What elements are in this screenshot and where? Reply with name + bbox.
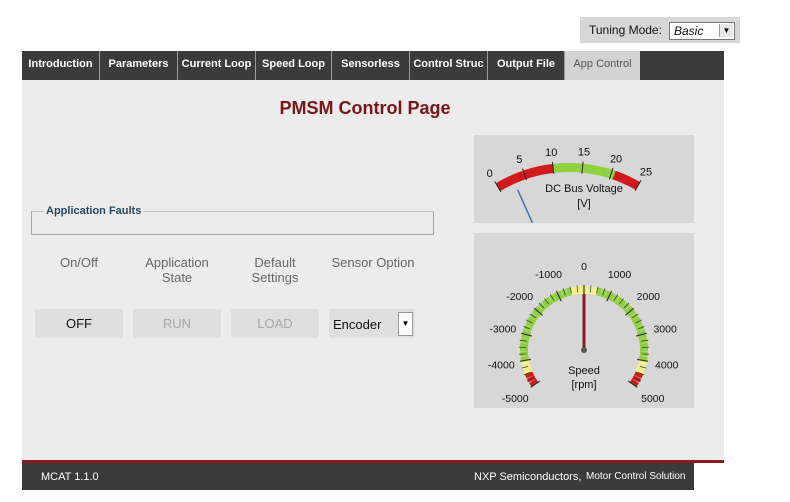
vendor-label: NXP Semiconductors,: [474, 471, 582, 483]
tab-parameters[interactable]: Parameters: [100, 51, 178, 80]
speed-scale-segment: [565, 287, 572, 297]
speed-scale-segment: [520, 342, 529, 348]
application-state-label: Application State: [145, 255, 209, 285]
speed-tick-label: 2000: [637, 291, 661, 303]
speed-scale-segment: [523, 367, 533, 375]
speed-gauge-svg: Speed [rpm] -5000 -4000 -3000 -2000-1000 0 10…: [488, 261, 679, 405]
voltage-scale-segment: [552, 163, 558, 173]
speed-tick-label: -5000: [502, 393, 529, 405]
tuning-mode-panel: Tuning Mode: Basic ▼: [580, 17, 740, 43]
tab-current-loop[interactable]: Current Loop: [178, 51, 256, 80]
application-faults-group: Application Faults: [31, 205, 434, 235]
voltage-tick-label: 25: [640, 167, 652, 179]
speed-gauge: Speed [rpm] -5000 -4000 -3000 -2000 -1000 0 10…: [474, 233, 694, 408]
onoff-label: On/Off: [59, 255, 99, 270]
speed-scale-segment: [638, 359, 648, 366]
tab-sensorless[interactable]: Sensorless: [332, 51, 410, 80]
speed-scale-segment: [520, 355, 529, 361]
tagline-label: Motor Control Solution: [586, 471, 686, 482]
voltage-scale-segment: [595, 165, 602, 176]
speed-scale-segment: [638, 333, 647, 340]
speed-scale-segment: [635, 367, 645, 375]
dc-bus-voltage-gauge: DC Bus Voltage [V] 0 5 10 15 20 25: [474, 135, 694, 224]
footer-corner: [694, 463, 724, 490]
speed-scale-segment: [639, 342, 648, 348]
voltage-scale-segment: [585, 164, 591, 174]
speed-tick-label: 4000: [655, 360, 679, 372]
voltage-scale-segment: [581, 163, 587, 174]
speed-needle-hub: [581, 347, 587, 353]
voltage-gauge-unit: [V]: [577, 198, 590, 210]
tab-speed-loop[interactable]: Speed Loop: [256, 51, 332, 80]
speed-scale-segment: [522, 329, 532, 336]
load-button[interactable]: LOAD: [231, 309, 319, 338]
default-settings-label: Default Settings: [251, 255, 299, 285]
tuning-mode-select[interactable]: Basic ▼: [669, 22, 735, 40]
voltage-gauge-title: DC Bus Voltage: [545, 183, 623, 195]
chevron-down-icon[interactable]: ▼: [719, 24, 733, 37]
voltage-tick-label: 5: [516, 154, 522, 166]
sensor-option-value: Encoder: [333, 317, 382, 332]
tab-control-struc[interactable]: Control Struc: [410, 51, 488, 80]
off-button[interactable]: OFF: [35, 309, 123, 338]
speed-scale-segment: [521, 333, 530, 340]
tuning-mode-label: Tuning Mode:: [589, 23, 662, 37]
voltage-tick-label: 20: [610, 153, 622, 165]
speed-tick-label: 5000: [641, 393, 665, 405]
voltage-needle: [517, 189, 534, 224]
tab-app-control[interactable]: App Control: [565, 51, 640, 80]
voltage-scale-segment: [548, 163, 555, 174]
chevron-down-icon[interactable]: ▼: [398, 312, 413, 336]
voltage-tick-label: 10: [545, 147, 557, 159]
speed-scale-segment: [570, 286, 576, 296]
voltage-scale-segment: [556, 163, 562, 173]
page-title: PMSM Control Page: [279, 98, 451, 118]
speed-tick-label: 0: [581, 261, 587, 273]
footer: MCAT 1.1.0 NXP Semiconductors, Motor Con…: [22, 460, 724, 490]
voltage-tick-label: 0: [487, 168, 493, 180]
voltage-scale-segment: [544, 164, 551, 174]
voltage-scale-segment: [592, 165, 599, 175]
speed-tick-label: 1000: [608, 269, 632, 281]
speed-gauge-unit: [rpm]: [571, 379, 596, 391]
speed-tick-label: 3000: [653, 323, 677, 335]
speed-gauge-title: Speed: [568, 365, 600, 377]
speed-scale-segment: [596, 287, 603, 297]
voltage-scale-segment: [577, 163, 584, 173]
speed-scale-segment: [636, 329, 646, 336]
tuning-mode-value: Basic: [674, 24, 704, 38]
speed-scale-segment: [520, 359, 530, 366]
voltage-scale-segment: [574, 163, 580, 173]
sensor-option-label: Sensor Option: [331, 255, 415, 270]
voltage-scale-segment: [537, 165, 544, 176]
version-label: MCAT 1.1.0: [41, 471, 99, 483]
tab-bar: Introduction Parameters Current Loop Spe…: [22, 51, 724, 80]
dc-bus-voltage-gauge-svg: DC Bus Voltage [V] 0 5 10 15 20 25: [487, 147, 652, 224]
voltage-scale-segment: [541, 164, 548, 175]
speed-scale-segment: [639, 355, 648, 361]
speed-tick-label: -2000: [506, 291, 533, 303]
tab-introduction[interactable]: Introduction: [22, 51, 100, 80]
run-button[interactable]: RUN: [133, 309, 221, 338]
application-faults-legend: Application Faults: [44, 205, 144, 217]
voltage-tick-label: 15: [578, 147, 590, 159]
voltage-scale-segment: [588, 164, 595, 175]
speed-tick-label: -3000: [489, 323, 516, 335]
speed-tick-label: -1000: [535, 269, 562, 281]
sensor-option-select[interactable]: Encoder ▼: [329, 309, 415, 338]
speed-scale-segment: [592, 286, 598, 296]
tab-output-file[interactable]: Output File: [488, 51, 565, 80]
speed-tick-label: -4000: [488, 360, 515, 372]
voltage-scale-segment: [533, 166, 541, 177]
